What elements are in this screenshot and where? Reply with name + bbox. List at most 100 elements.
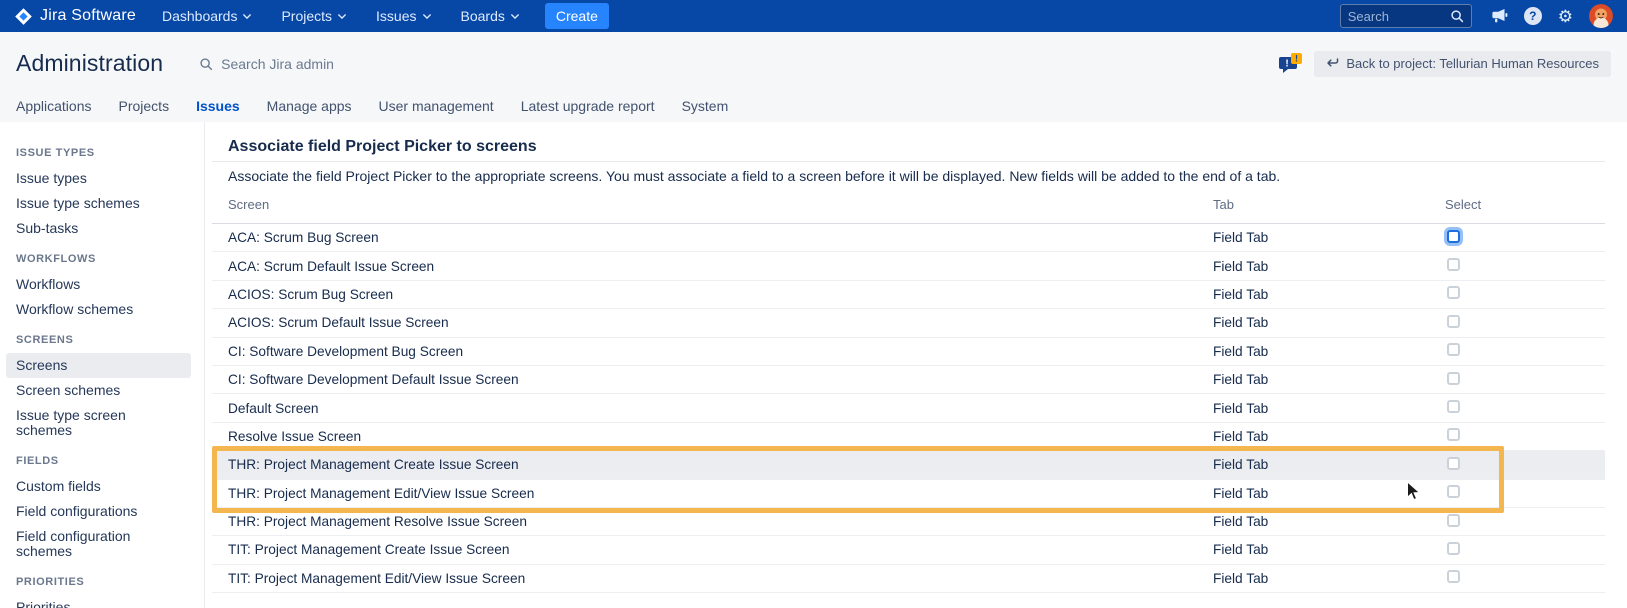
user-avatar[interactable] <box>1589 4 1613 28</box>
table-row: THR: Project Management Create Issue Scr… <box>212 451 1605 479</box>
nav-menu-item[interactable]: Dashboards <box>162 8 252 24</box>
tab-cell: Field Tab <box>1213 486 1445 501</box>
content-heading: Associate field Project Picker to screen… <box>212 137 1605 162</box>
select-cell <box>1445 514 1605 530</box>
select-checkbox[interactable] <box>1447 315 1460 328</box>
screen-name-cell: CI: Software Development Bug Screen <box>228 344 1213 359</box>
table-row: THR: Project Management Resolve Issue Sc… <box>212 508 1605 536</box>
tab-cell: Field Tab <box>1213 344 1445 359</box>
sidebar-item[interactable]: Priorities <box>6 595 191 608</box>
nav-menu-item[interactable]: Boards <box>461 8 519 24</box>
chevron-down-icon <box>338 14 346 19</box>
admin-tab[interactable]: Issues <box>196 98 240 124</box>
brand-name: Jira Software <box>40 7 136 25</box>
sidebar-section: PRIORITIES Priorities <box>0 576 204 608</box>
screen-name-cell: TIT: Project Management Edit/View Issue … <box>228 571 1213 586</box>
announcements-icon[interactable] <box>1490 8 1508 24</box>
sidebar-item[interactable]: Custom fields <box>6 474 191 499</box>
table-row: TIT: Project Management Edit/View Issue … <box>212 565 1605 593</box>
table-header: Screen Tab Select <box>212 185 1605 224</box>
tab-cell: Field Tab <box>1213 401 1445 416</box>
sidebar-item[interactable]: Issue type schemes <box>6 191 191 216</box>
table-row: ACIOS: Scrum Bug Screen Field Tab <box>212 281 1605 309</box>
select-checkbox[interactable] <box>1447 400 1460 413</box>
tab-cell: Field Tab <box>1213 287 1445 302</box>
chevron-down-icon <box>511 14 519 19</box>
nav-menu-item[interactable]: Issues <box>376 8 430 24</box>
select-checkbox[interactable] <box>1447 286 1460 299</box>
admin-tab[interactable]: Applications <box>16 98 92 124</box>
screen-name-cell: TIT: Project Management Create Issue Scr… <box>228 542 1213 557</box>
return-arrow-icon <box>1326 58 1339 69</box>
content-description: Associate the field Project Picker to th… <box>212 168 1605 185</box>
nav-menu-item[interactable]: Projects <box>281 8 346 24</box>
sidebar-item[interactable]: Screens <box>6 353 191 378</box>
jira-logo[interactable]: Jira Software <box>14 7 136 26</box>
svg-text:!: ! <box>1295 53 1298 63</box>
screen-name-cell: ACA: Scrum Default Issue Screen <box>228 259 1213 274</box>
select-checkbox[interactable] <box>1447 258 1460 271</box>
help-icon[interactable]: ? <box>1524 7 1542 25</box>
sidebar-item[interactable]: Workflows <box>6 272 191 297</box>
select-cell <box>1445 400 1605 416</box>
tab-cell: Field Tab <box>1213 230 1445 245</box>
table-row: Resolve Issue Screen Field Tab <box>212 423 1605 451</box>
select-cell <box>1445 230 1605 246</box>
screen-name-cell: Resolve Issue Screen <box>228 429 1213 444</box>
tab-cell: Field Tab <box>1213 514 1445 529</box>
select-cell <box>1445 457 1605 473</box>
sidebar-section-title: SCREENS <box>0 334 204 346</box>
sidebar-item[interactable]: Field configuration schemes <box>6 524 191 564</box>
page-title: Administration <box>16 50 163 77</box>
admin-tab[interactable]: Projects <box>119 98 170 124</box>
navbar-search-input[interactable] <box>1348 9 1444 24</box>
screen-name-cell: ACIOS: Scrum Bug Screen <box>228 287 1213 302</box>
select-cell <box>1445 542 1605 558</box>
navbar-search[interactable] <box>1340 4 1472 28</box>
screen-name-cell: THR: Project Management Create Issue Scr… <box>228 457 1213 472</box>
admin-tab[interactable]: User management <box>379 98 494 124</box>
sidebar-section-title: PRIORITIES <box>0 576 204 588</box>
admin-tab[interactable]: Latest upgrade report <box>521 98 655 124</box>
sidebar-item[interactable]: Sub-tasks <box>6 216 191 241</box>
feedback-icon[interactable]: ! ! <box>1278 52 1304 76</box>
chevron-down-icon <box>243 14 251 19</box>
screen-name-cell: CI: Software Development Default Issue S… <box>228 372 1213 387</box>
select-checkbox[interactable] <box>1447 343 1460 356</box>
sidebar-item[interactable]: Issue type screen schemes <box>6 403 191 443</box>
search-icon <box>1450 9 1464 23</box>
column-header-screen: Screen <box>228 197 1213 212</box>
select-checkbox[interactable] <box>1447 428 1460 441</box>
select-checkbox[interactable] <box>1447 514 1460 527</box>
admin-search-input[interactable] <box>221 56 441 72</box>
admin-tab[interactable]: System <box>682 98 729 124</box>
screen-name-cell: ACIOS: Scrum Default Issue Screen <box>228 315 1213 330</box>
tab-cell: Field Tab <box>1213 372 1445 387</box>
sidebar-section: SCREENS ScreensScreen schemesIssue type … <box>0 334 204 443</box>
select-checkbox[interactable] <box>1447 542 1460 555</box>
select-checkbox[interactable] <box>1447 230 1460 243</box>
create-button[interactable]: Create <box>545 3 609 29</box>
admin-search[interactable] <box>199 56 441 72</box>
select-checkbox[interactable] <box>1447 372 1460 385</box>
back-button-label: Back to project: Tellurian Human Resourc… <box>1346 56 1599 71</box>
sidebar-item[interactable]: Workflow schemes <box>6 297 191 322</box>
select-checkbox[interactable] <box>1447 570 1460 583</box>
sidebar-item[interactable]: Screen schemes <box>6 378 191 403</box>
settings-gear-icon[interactable]: ⚙ <box>1558 8 1573 25</box>
svg-text:!: ! <box>1286 58 1289 69</box>
table-row: TIT: Project Management Create Issue Scr… <box>212 536 1605 564</box>
tab-cell: Field Tab <box>1213 571 1445 586</box>
sidebar-section-title: WORKFLOWS <box>0 253 204 265</box>
screen-name-cell: THR: Project Management Edit/View Issue … <box>228 486 1213 501</box>
sidebar-item[interactable]: Field configurations <box>6 499 191 524</box>
select-checkbox[interactable] <box>1447 485 1460 498</box>
admin-tab[interactable]: Manage apps <box>267 98 352 124</box>
back-to-project-button[interactable]: Back to project: Tellurian Human Resourc… <box>1314 51 1611 77</box>
sidebar-item[interactable]: Issue types <box>6 166 191 191</box>
select-checkbox[interactable] <box>1447 457 1460 470</box>
column-header-tab: Tab <box>1213 197 1445 212</box>
main-nav: Dashboards Projects Issues Boards <box>162 8 519 24</box>
admin-sidebar: ISSUE TYPES Issue typesIssue type scheme… <box>0 122 205 608</box>
avatar-face-icon <box>1589 4 1613 28</box>
